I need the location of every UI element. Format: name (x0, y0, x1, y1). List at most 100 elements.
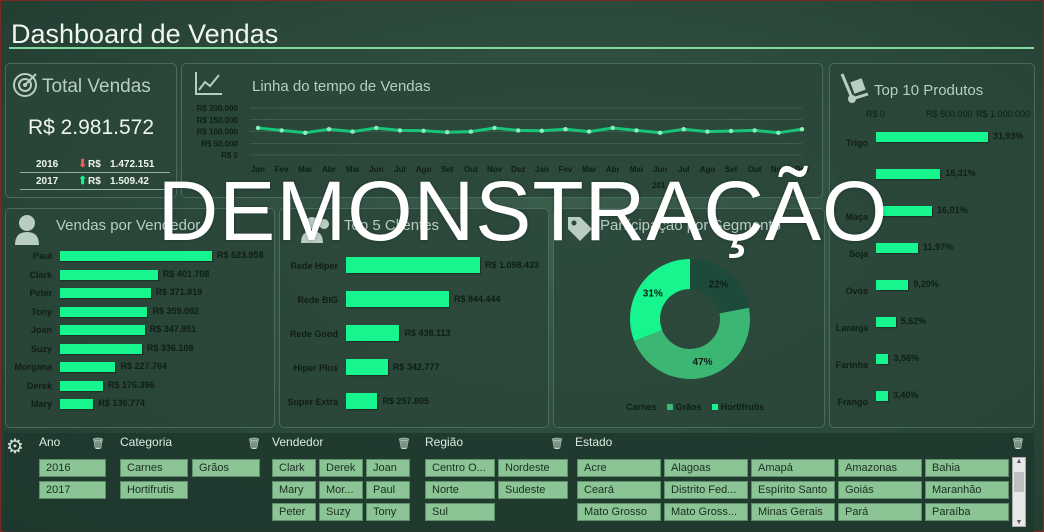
slicer-item-acre[interactable]: Acre (577, 459, 661, 477)
slicer-item-distrito-federal[interactable]: Distrito Fed... (664, 481, 748, 499)
hand-truck-icon (838, 70, 870, 109)
slicer-item-centro-oeste[interactable]: Centro O... (425, 459, 495, 477)
bar-value: 3,56% (893, 353, 920, 363)
slicer-item-mato-grosso[interactable]: Mato Grosso (577, 503, 661, 521)
bar (876, 391, 888, 401)
bar-label: Super Extra (287, 397, 338, 407)
slicer-item-tony[interactable]: Tony (366, 503, 410, 521)
bar (60, 343, 142, 354)
donut-label: 47% (693, 357, 713, 368)
bar-label: Trigo (846, 138, 868, 148)
timeline-point (515, 128, 521, 133)
timeline-point (326, 127, 332, 132)
slicer-item-amapa[interactable]: Amapá (751, 459, 835, 477)
slicer-item-paul[interactable]: Paul (366, 481, 410, 499)
gear-icon[interactable]: ⚙ (6, 434, 24, 459)
slicer-item-morgana[interactable]: Mor... (319, 481, 363, 499)
slicer-item-paraiba[interactable]: Paraíba (925, 503, 1009, 521)
slicer-item-peter[interactable]: Peter (272, 503, 316, 521)
bar-value: R$ 342.777 (392, 362, 440, 372)
timeline-point (374, 125, 379, 131)
slicer-item-mato-grosso-sul[interactable]: Mato Gross... (664, 503, 748, 521)
bar (346, 359, 388, 375)
top10-label: Top 10 Produtos (874, 82, 984, 99)
slicer-item-nordeste[interactable]: Nordeste (498, 459, 568, 477)
y-tick-label: R$ 50.000 (201, 139, 238, 148)
timeline-point (728, 128, 734, 134)
bar (876, 354, 889, 364)
timeline-point (397, 128, 403, 133)
bar-label: Farinha (835, 360, 868, 370)
slicer-item-alagoas[interactable]: Alagoas (664, 459, 748, 477)
total-vendas-label: Total Vendas (42, 76, 151, 97)
slicer-item-sul[interactable]: Sul (425, 503, 495, 521)
timeline-point (350, 129, 355, 134)
slicer-item-bahia[interactable]: Bahia (925, 459, 1009, 477)
slicer-item-clark[interactable]: Clark (272, 459, 316, 477)
timeline-point (752, 128, 757, 133)
slicer-item-para[interactable]: Pará (838, 503, 922, 521)
legend-swatch (712, 404, 719, 410)
timeline-point (279, 128, 284, 133)
donut-slice (630, 259, 690, 342)
bar-label: Tony (31, 306, 52, 317)
target-icon (12, 72, 38, 103)
slicer-item-minas-gerais[interactable]: Minas Gerais (751, 503, 835, 521)
segmento-legend: Carnes Grãos Hortifrutis (626, 402, 764, 412)
timeline-point (539, 128, 545, 133)
bar (60, 380, 103, 391)
bar-label: Frango (837, 397, 869, 407)
slicer-item-carnes[interactable]: Carnes (120, 459, 188, 477)
bar-value: R$ 844.444 (454, 294, 501, 304)
slicer-item-joan[interactable]: Joan (366, 459, 410, 477)
slicer-vendedor-title: Vendedor (272, 435, 324, 449)
y-tick-label: R$ 0 (221, 151, 238, 160)
timeline-point (563, 127, 568, 132)
slicer-item-mary[interactable]: Mary (272, 481, 316, 499)
slicer-item-norte[interactable]: Norte (425, 481, 495, 499)
slicer-item-suzy[interactable]: Suzy (319, 503, 363, 521)
slicer-item-graos[interactable]: Grãos (192, 459, 260, 477)
x-tick-2: R$ 1.000.000 (976, 109, 1031, 119)
clear-filter-icon[interactable]: 🗑 (550, 437, 564, 450)
clear-filter-icon[interactable]: 🗑 (397, 437, 411, 450)
slicer-item-ceara[interactable]: Ceará (577, 481, 661, 499)
slicer-item-2017[interactable]: 2017 (39, 481, 106, 499)
bar-label: Suzy (30, 343, 52, 354)
bar-label: Derek (26, 380, 52, 391)
bar (876, 280, 909, 290)
timeline-point (776, 130, 781, 135)
estado-scrollbar[interactable]: ▲ ▼ (1012, 457, 1026, 527)
slicer-item-amazonas[interactable]: Amazonas (838, 459, 922, 477)
timeline-point (255, 125, 261, 131)
total-vendas-value: R$ 2.981.572 (27, 116, 155, 139)
slicer-item-espirito-santo[interactable]: Espírito Santo (751, 481, 835, 499)
bar-label: Peter (29, 288, 52, 298)
timeline-point (799, 127, 805, 132)
bar-label: Mary (30, 399, 52, 409)
slicer-item-sudeste[interactable]: Sudeste (498, 481, 568, 499)
donut-label: 31% (643, 289, 663, 300)
bar-value: R$ 371.819 (155, 287, 203, 297)
slicer-item-maranhao[interactable]: Maranhão (925, 481, 1009, 499)
bar-value: R$ 136.774 (98, 398, 145, 408)
bar-label: Rede BIG (297, 295, 338, 305)
dashboard-title: Dashboard de Vendas (11, 19, 279, 49)
slicer-item-hortifrutis[interactable]: Hortifrutis (120, 481, 188, 499)
scroll-down-icon[interactable]: ▼ (1013, 519, 1025, 526)
slicer-item-2016[interactable]: 2016 (39, 459, 106, 477)
scroll-thumb[interactable] (1014, 472, 1024, 492)
timeline-point (705, 129, 710, 134)
slicer-item-goias[interactable]: Goiás (838, 481, 922, 499)
timeline-point (610, 125, 615, 131)
y-tick-label: R$ 100.000 (197, 128, 239, 137)
scroll-up-icon[interactable]: ▲ (1013, 458, 1025, 465)
clear-filter-icon[interactable]: 🗑 (1011, 437, 1025, 450)
bar (60, 306, 148, 317)
clear-filter-icon[interactable]: 🗑 (247, 437, 261, 450)
legend-swatch (667, 404, 674, 410)
bar-value: R$ 336.108 (146, 342, 194, 353)
title-underline (9, 47, 1034, 49)
slicer-item-derek[interactable]: Derek (319, 459, 363, 477)
clear-filter-icon[interactable]: 🗑 (91, 437, 105, 450)
